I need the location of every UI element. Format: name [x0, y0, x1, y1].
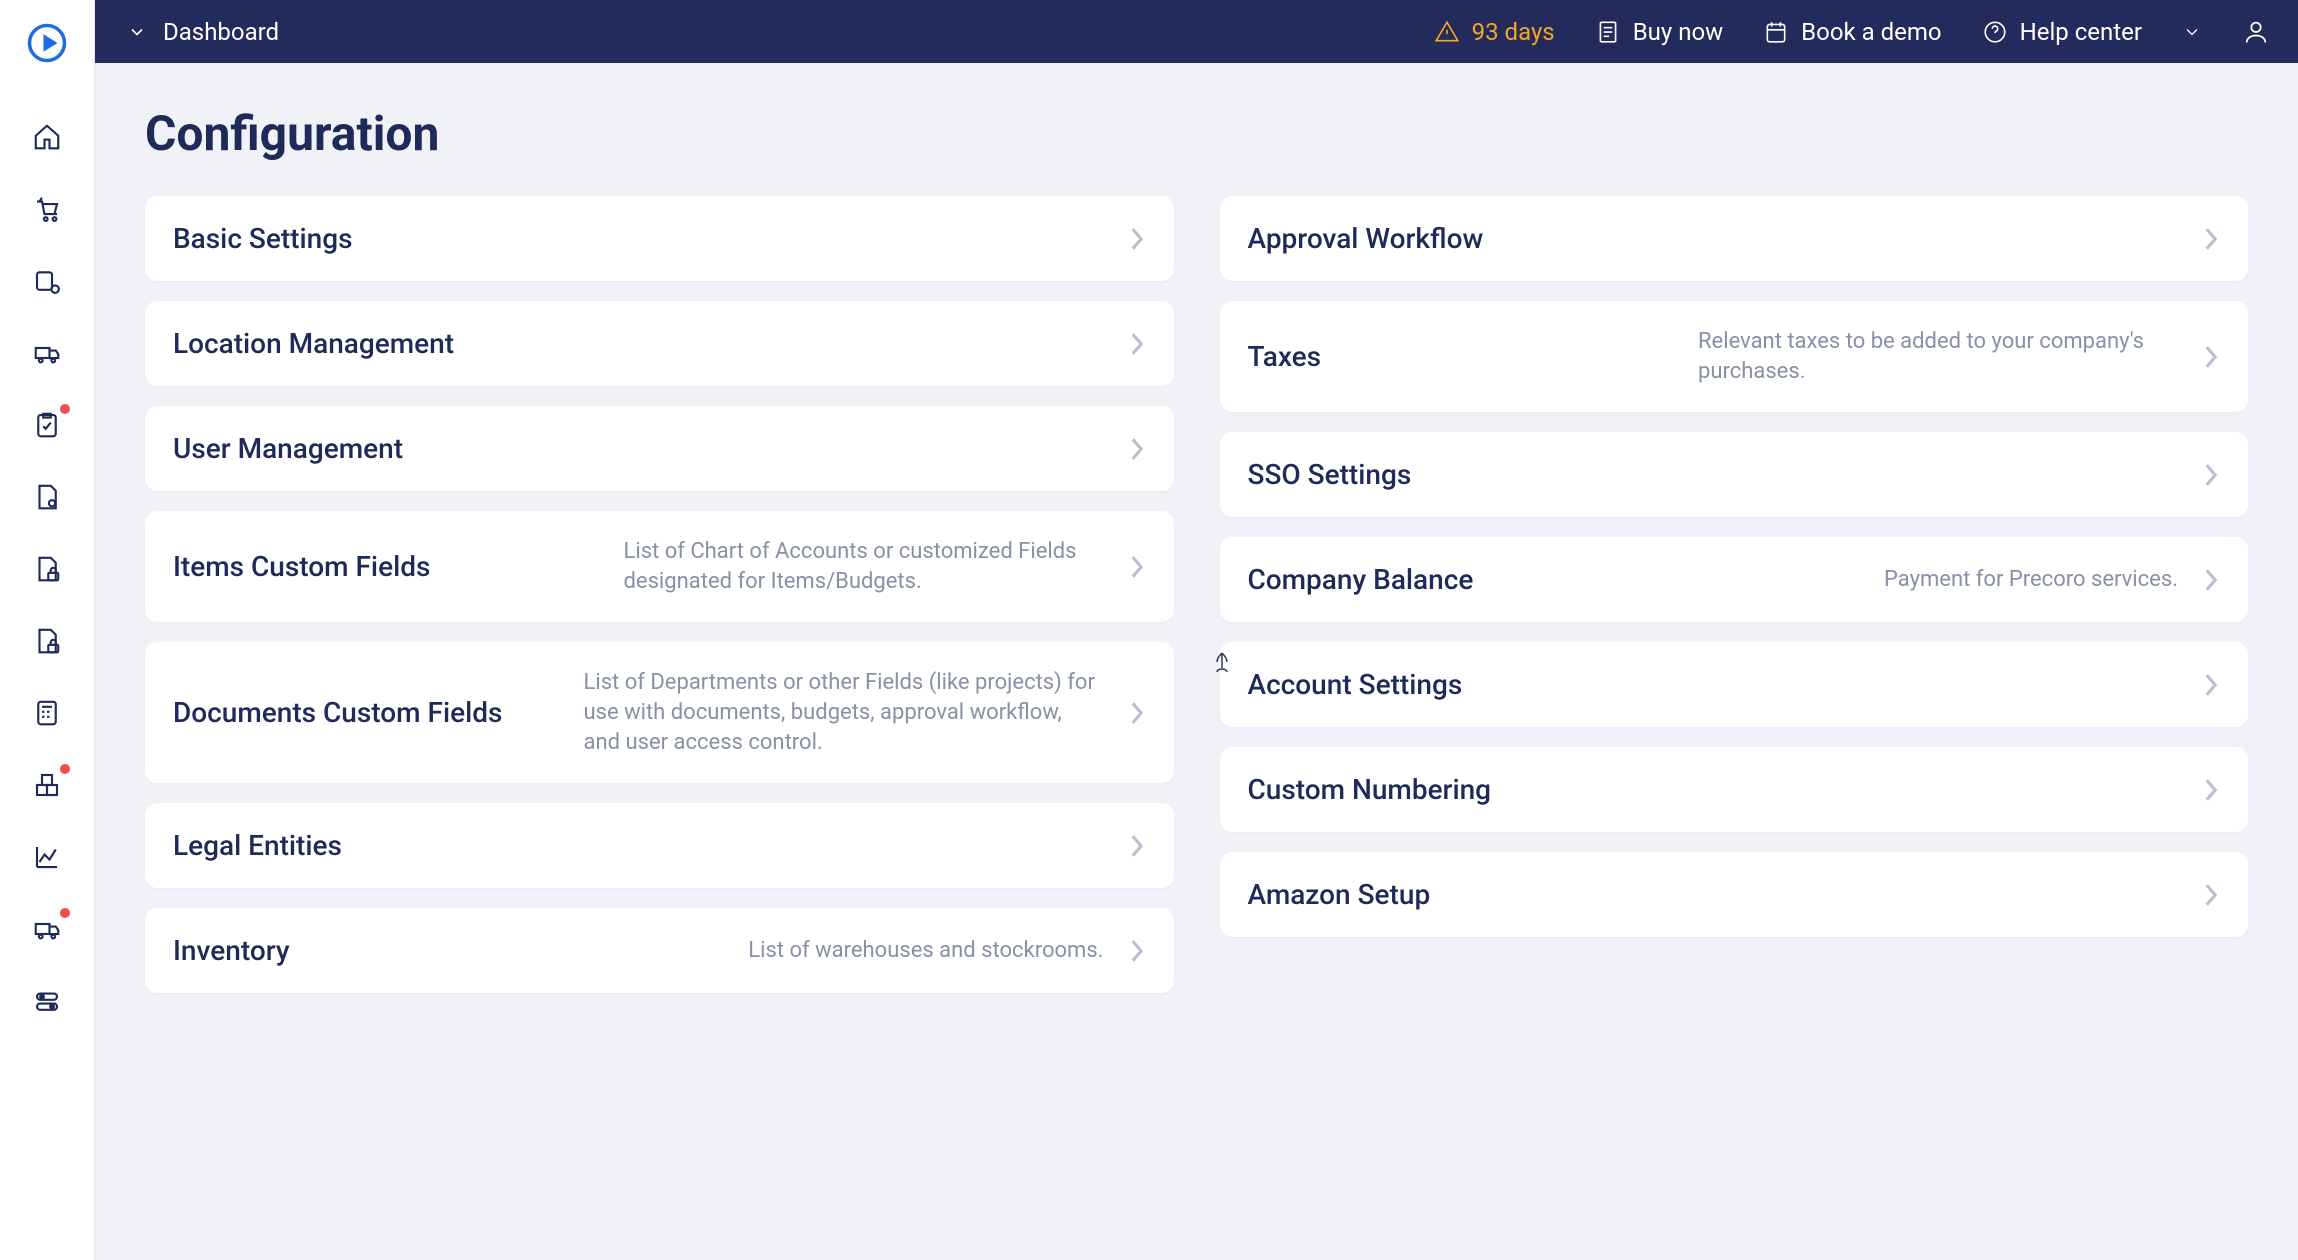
card-description: List of Chart of Accounts or customized … — [624, 537, 1104, 596]
card-inventory[interactable]: Inventory List of warehouses and stockro… — [145, 908, 1174, 993]
calculator-icon[interactable] — [30, 696, 64, 730]
card-amazon-setup[interactable]: Amazon Setup — [1220, 852, 2249, 937]
settings-toggle-icon[interactable] — [30, 984, 64, 1018]
help-center-label: Help center — [2020, 18, 2142, 46]
breadcrumb-label: Dashboard — [163, 18, 279, 46]
card-title: Custom Numbering — [1248, 773, 1492, 806]
card-user-management[interactable]: User Management — [145, 406, 1174, 491]
chevron-right-icon — [2202, 566, 2220, 594]
chevron-right-icon — [2202, 776, 2220, 804]
chevron-right-icon — [2202, 225, 2220, 253]
card-title: Amazon Setup — [1248, 878, 1431, 911]
app-logo[interactable] — [26, 22, 68, 64]
chevron-right-icon — [1128, 330, 1146, 358]
truck-list-icon[interactable] — [30, 336, 64, 370]
card-title: User Management — [173, 432, 403, 465]
calendar-icon — [1763, 19, 1789, 45]
card-title: Taxes — [1248, 340, 1322, 373]
file-lock-icon[interactable] — [30, 552, 64, 586]
notification-badge — [60, 908, 70, 918]
card-title: Company Balance — [1248, 563, 1474, 596]
book-demo-label: Book a demo — [1801, 18, 1941, 46]
trial-days-label: 93 days — [1472, 18, 1555, 46]
receipt-icon — [1595, 19, 1621, 45]
chevron-down-icon — [127, 22, 147, 42]
chevron-right-icon — [2202, 461, 2220, 489]
request-icon[interactable] — [30, 264, 64, 298]
card-sso-settings[interactable]: SSO Settings — [1220, 432, 2249, 517]
card-title: Account Settings — [1248, 668, 1463, 701]
help-icon — [1982, 19, 2008, 45]
card-description: List of Departments or other Fields (lik… — [584, 668, 1104, 757]
card-taxes[interactable]: Taxes Relevant taxes to be added to your… — [1220, 301, 2249, 412]
card-title: Approval Workflow — [1248, 222, 1484, 255]
clipboard-check-icon[interactable] — [30, 408, 64, 442]
card-title: Inventory — [173, 934, 290, 967]
home-icon[interactable] — [30, 120, 64, 154]
boxes-icon[interactable] — [30, 768, 64, 802]
card-company-balance[interactable]: Company Balance Payment for Precoro serv… — [1220, 537, 2249, 622]
cart-icon[interactable] — [30, 192, 64, 226]
chevron-right-icon — [2202, 881, 2220, 909]
card-title: Location Management — [173, 327, 454, 360]
dropdown-caret[interactable] — [2182, 22, 2202, 42]
chevron-right-icon — [1128, 699, 1146, 727]
card-title: Items Custom Fields — [173, 550, 430, 583]
card-location-management[interactable]: Location Management — [145, 301, 1174, 386]
card-legal-entities[interactable]: Legal Entities — [145, 803, 1174, 888]
main-content: Configuration Basic Settings Location Ma… — [95, 63, 2298, 1260]
warning-icon — [1434, 19, 1460, 45]
card-items-custom-fields[interactable]: Items Custom Fields List of Chart of Acc… — [145, 511, 1174, 622]
sidebar-rail — [0, 0, 95, 1260]
chevron-right-icon — [1128, 553, 1146, 581]
topbar-right: 93 days Buy now Book a demo Help center — [1434, 18, 2270, 46]
chevron-right-icon — [1128, 225, 1146, 253]
card-title: SSO Settings — [1248, 458, 1412, 491]
right-column: Approval Workflow Taxes Relevant taxes t… — [1220, 196, 2249, 993]
shipments-icon[interactable] — [30, 912, 64, 946]
card-account-settings[interactable]: Account Settings — [1220, 642, 2249, 727]
chart-icon[interactable] — [30, 840, 64, 874]
notification-badge — [60, 764, 70, 774]
topbar: Dashboard 93 days Buy now Book a demo He… — [95, 0, 2298, 63]
left-column: Basic Settings Location Management User … — [145, 196, 1174, 993]
notification-badge — [60, 404, 70, 414]
chevron-right-icon — [1128, 937, 1146, 965]
user-icon — [2242, 18, 2270, 46]
chevron-right-icon — [2202, 343, 2220, 371]
card-custom-numbering[interactable]: Custom Numbering — [1220, 747, 2249, 832]
card-basic-settings[interactable]: Basic Settings — [145, 196, 1174, 281]
card-description: List of warehouses and stockrooms. — [748, 936, 1103, 966]
trial-days[interactable]: 93 days — [1434, 18, 1555, 46]
card-title: Legal Entities — [173, 829, 342, 862]
chevron-right-icon — [2202, 671, 2220, 699]
book-demo-button[interactable]: Book a demo — [1763, 18, 1941, 46]
page-title: Configuration — [145, 105, 2248, 162]
buy-now-label: Buy now — [1633, 18, 1723, 46]
card-approval-workflow[interactable]: Approval Workflow — [1220, 196, 2249, 281]
card-documents-custom-fields[interactable]: Documents Custom Fields List of Departme… — [145, 642, 1174, 783]
breadcrumb-dropdown[interactable]: Dashboard — [127, 18, 279, 46]
card-title: Documents Custom Fields — [173, 696, 502, 729]
user-menu[interactable] — [2242, 18, 2270, 46]
buy-now-button[interactable]: Buy now — [1595, 18, 1723, 46]
chevron-right-icon — [1128, 832, 1146, 860]
chevron-down-icon — [2182, 22, 2202, 42]
help-center-button[interactable]: Help center — [1982, 18, 2142, 46]
card-title: Basic Settings — [173, 222, 353, 255]
card-description: Payment for Precoro services. — [1884, 565, 2178, 595]
file-lock-alt-icon[interactable] — [30, 624, 64, 658]
card-description: Relevant taxes to be added to your compa… — [1698, 327, 2178, 386]
config-columns: Basic Settings Location Management User … — [145, 196, 2248, 993]
chevron-right-icon — [1128, 435, 1146, 463]
document-cog-icon[interactable] — [30, 480, 64, 514]
